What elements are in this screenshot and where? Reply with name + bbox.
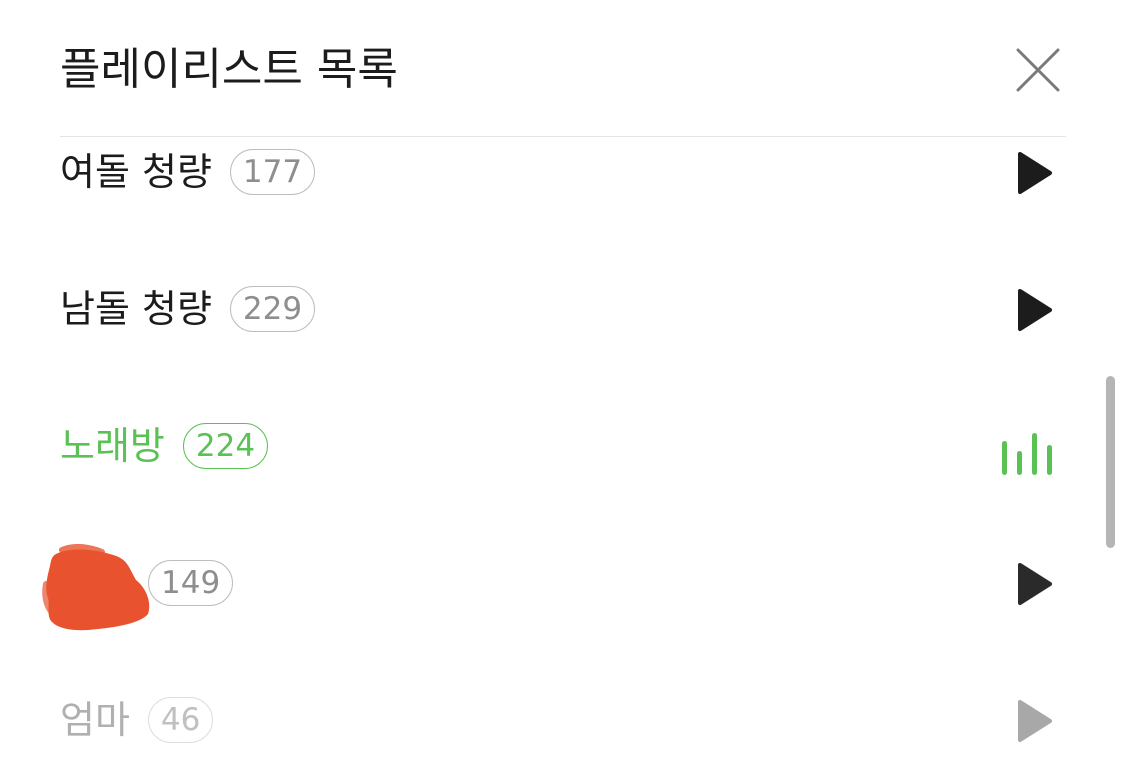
- play-button[interactable]: [1014, 562, 1054, 606]
- playlist-name-group: 엄마 46: [60, 685, 214, 755]
- play-button[interactable]: [1014, 151, 1054, 195]
- playlist-name: 남돌 청량: [60, 287, 212, 331]
- close-button[interactable]: [1006, 38, 1070, 102]
- track-count-badge: 46: [147, 697, 214, 743]
- play-button[interactable]: [1014, 699, 1054, 743]
- playlist-name: 여돌 청량: [60, 150, 212, 194]
- track-count-badge: 177: [229, 149, 316, 195]
- play-icon: [1018, 700, 1052, 742]
- track-count-badge: 149: [148, 560, 234, 606]
- playlist-row-eomma[interactable]: 엄마 46: [0, 685, 1100, 781]
- playlist-name: 노래방: [60, 424, 165, 468]
- now-playing-indicator[interactable]: [1000, 419, 1056, 475]
- playlist-name: 엄마: [60, 698, 130, 742]
- play-button[interactable]: [1014, 288, 1054, 332]
- playlist-row-redacted[interactable]: 149: [0, 548, 1100, 668]
- play-icon: [1018, 289, 1052, 331]
- play-icon: [1018, 563, 1052, 605]
- close-icon: [1016, 48, 1060, 92]
- scrollbar-thumb[interactable]: [1106, 376, 1115, 548]
- playlist-row-namdol[interactable]: 남돌 청량 229: [0, 274, 1100, 394]
- playlist-row-yeodol[interactable]: 여돌 청량 177: [0, 137, 1100, 257]
- header: 플레이리스트 목록: [0, 0, 1125, 137]
- play-icon: [1018, 152, 1052, 194]
- playlist-list: 여돌 청량 177 남돌 청량 229 노래방 224 149 엄마 46: [0, 137, 1125, 781]
- playlist-name-group: 노래방 224: [60, 411, 269, 481]
- equalizer-icon: [1002, 433, 1052, 475]
- playlist-name-group: 남돌 청량 229: [60, 274, 316, 344]
- redaction-mark: [42, 544, 150, 631]
- playlist-name-group: 여돌 청량 177: [60, 137, 316, 207]
- page-title: 플레이리스트 목록: [60, 44, 398, 95]
- playlist-row-noraebang[interactable]: 노래방 224: [0, 411, 1100, 531]
- track-count-badge: 224: [182, 423, 269, 469]
- track-count-badge: 229: [229, 286, 316, 332]
